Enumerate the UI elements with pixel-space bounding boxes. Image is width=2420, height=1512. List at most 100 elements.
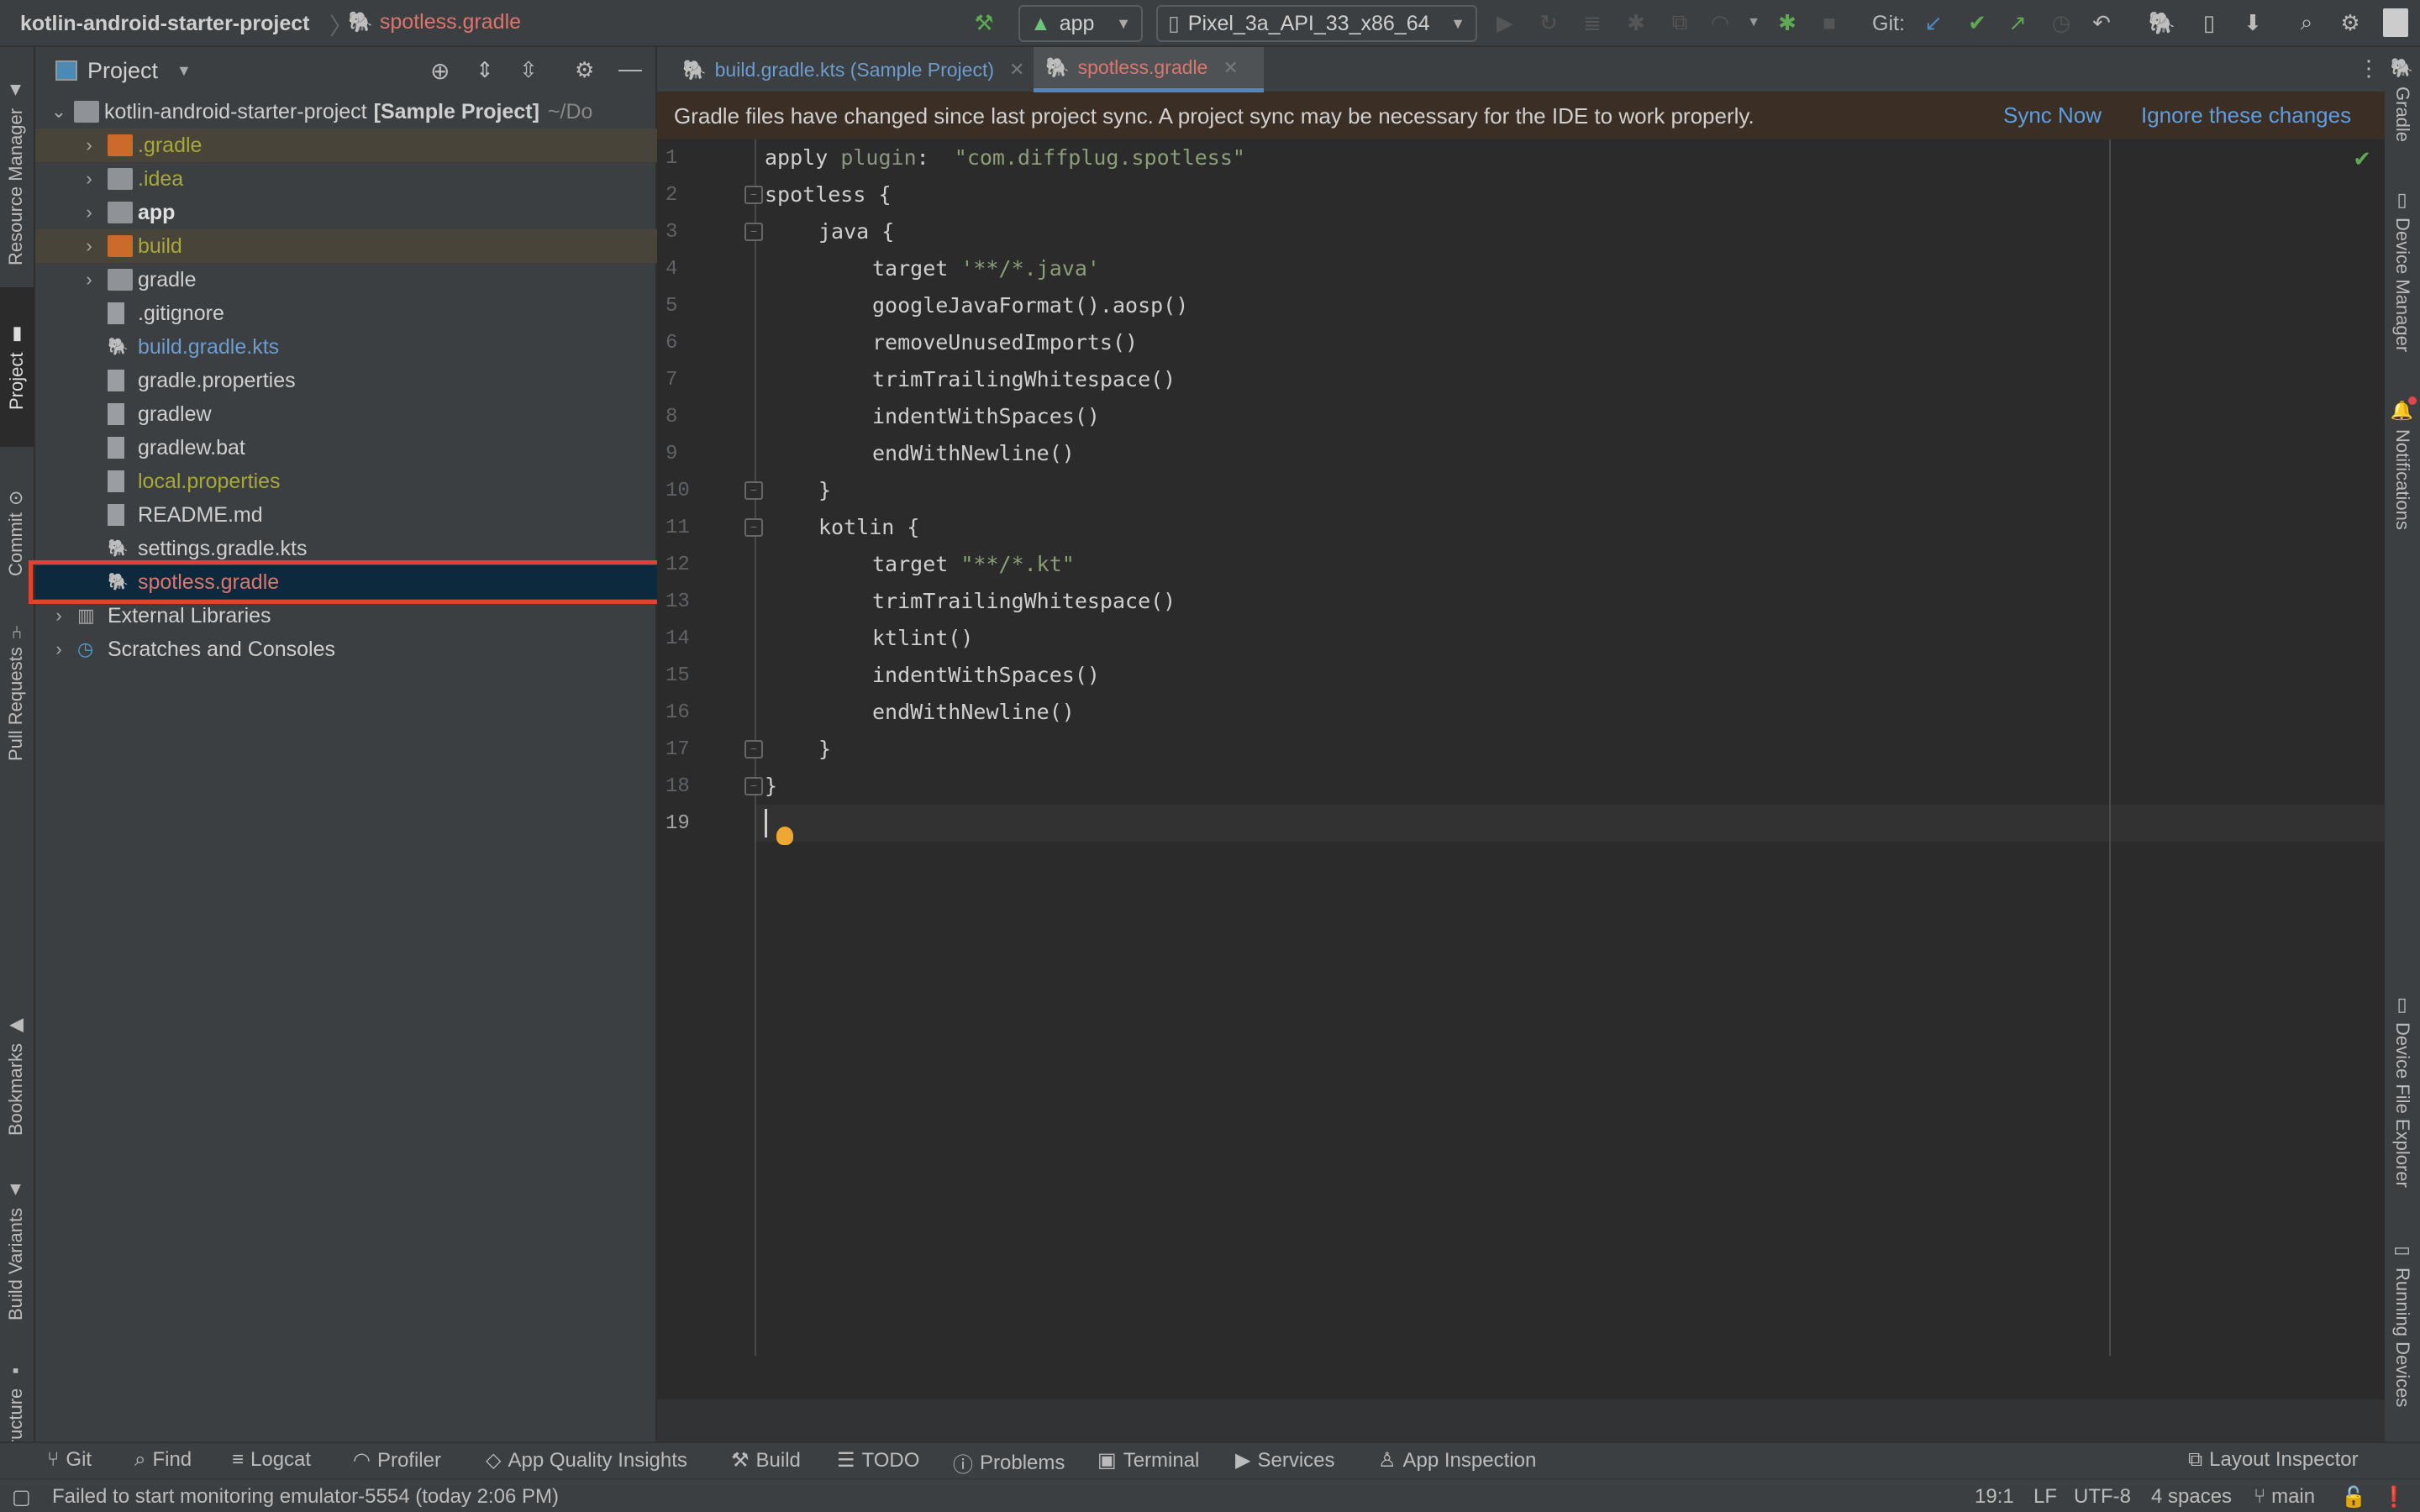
git-commit-icon[interactable]: ✔ bbox=[1963, 8, 1991, 37]
code-line[interactable]: java { bbox=[818, 219, 894, 244]
device-manager-icon[interactable]: ▯ bbox=[2195, 8, 2223, 37]
run-config-select[interactable]: ▲ app ▼ bbox=[1018, 5, 1143, 42]
device-select[interactable]: ▯ Pixel_3a_API_33_x86_64 ▼ bbox=[1156, 5, 1477, 42]
lock-icon[interactable]: 🔓 bbox=[2341, 1485, 2366, 1509]
user-avatar[interactable] bbox=[2383, 8, 2408, 37]
line-number[interactable]: 9 bbox=[666, 443, 716, 465]
toggle-tool-windows-icon[interactable]: ▢ bbox=[12, 1485, 31, 1509]
code-line[interactable]: kotlin { bbox=[818, 515, 919, 539]
line-number[interactable]: 10 bbox=[666, 480, 716, 502]
git-branch-widget[interactable]: ⑂ main bbox=[2254, 1485, 2315, 1509]
project-view-select[interactable]: Project bbox=[87, 58, 158, 84]
chevron-right-icon[interactable]: › bbox=[81, 168, 97, 190]
debug-icon[interactable]: ✱ bbox=[1622, 8, 1650, 37]
file-encoding[interactable]: UTF-8 bbox=[2074, 1485, 2131, 1509]
line-number[interactable]: 8 bbox=[666, 406, 716, 428]
git-update-icon[interactable]: ↙ bbox=[1919, 8, 1948, 37]
collapse-all-icon[interactable]: ⇳ bbox=[519, 57, 538, 83]
code-line[interactable]: endWithNewline() bbox=[872, 700, 1075, 724]
line-number[interactable]: 4 bbox=[666, 258, 716, 281]
line-number[interactable]: 13 bbox=[666, 591, 716, 613]
attach-debugger-process-icon[interactable]: ✱ bbox=[1773, 8, 1802, 37]
tool-tab-gradle[interactable]: 🐘 Gradle bbox=[2391, 57, 2413, 158]
chevron-right-icon[interactable]: › bbox=[81, 134, 97, 156]
tree-item[interactable]: › build bbox=[35, 229, 657, 263]
line-number[interactable]: 5 bbox=[666, 295, 716, 318]
line-number[interactable]: 17 bbox=[666, 738, 716, 761]
caret-position[interactable]: 19:1 bbox=[1975, 1485, 2014, 1509]
tool-tab-notifications[interactable]: 🔔 Notifications bbox=[2391, 396, 2417, 559]
tree-item[interactable]: README.md bbox=[35, 498, 657, 532]
git-push-icon[interactable]: ↗ bbox=[2003, 8, 2032, 37]
tree-item[interactable]: › .gradle bbox=[35, 129, 657, 162]
attach-debugger-icon[interactable]: ⧉ bbox=[1665, 8, 1694, 37]
line-separator[interactable]: LF bbox=[2033, 1485, 2057, 1509]
code-line[interactable]: endWithNewline() bbox=[872, 441, 1075, 465]
line-number[interactable]: 2 bbox=[666, 184, 716, 207]
code-line[interactable]: googleJavaFormat().aosp() bbox=[872, 293, 1188, 318]
line-number[interactable]: 7 bbox=[666, 369, 716, 391]
tool-tab-running-devices[interactable]: ▭ Running Devices bbox=[2391, 1240, 2413, 1408]
fold-marker-icon[interactable]: − bbox=[744, 777, 763, 795]
no-problems-check-icon[interactable]: ✔ bbox=[2353, 146, 2371, 172]
apply-code-changes-icon[interactable]: ≣ bbox=[1578, 8, 1607, 37]
tree-item[interactable]: gradle.properties bbox=[35, 364, 657, 397]
close-tab-icon[interactable]: ✕ bbox=[1223, 57, 1238, 79]
breadcrumb-file[interactable]: 🐘 spotless.gradle bbox=[348, 10, 521, 34]
tool-tab-pull-requests[interactable]: Pull Requests ⑂ bbox=[5, 601, 27, 761]
profile-icon[interactable]: ◠ bbox=[1706, 8, 1734, 37]
tool-tab-build-variants[interactable]: Build Variants ▲ bbox=[5, 1169, 27, 1320]
line-number[interactable]: 3 bbox=[666, 221, 716, 244]
tree-item[interactable]: .gitignore bbox=[35, 297, 657, 330]
locate-file-icon[interactable]: ⊕ bbox=[430, 57, 450, 85]
tree-item[interactable]: › ◷ Scratches and Consoles bbox=[35, 633, 657, 666]
line-number[interactable]: 16 bbox=[666, 701, 716, 724]
code-line[interactable]: indentWithSpaces() bbox=[872, 404, 1100, 428]
breadcrumb-project[interactable]: kotlin-android-starter-project bbox=[20, 12, 309, 36]
tree-item[interactable]: › ▥ External Libraries bbox=[35, 599, 657, 633]
code-line[interactable]: } bbox=[765, 774, 777, 798]
status-message[interactable]: Failed to start monitoring emulator-5554… bbox=[52, 1485, 559, 1509]
more-options-icon[interactable]: ⋮ bbox=[2358, 55, 2380, 81]
tool-tab-find[interactable]: ⌕ Find bbox=[134, 1448, 192, 1472]
close-tab-icon[interactable]: ✕ bbox=[1009, 59, 1024, 81]
fold-marker-icon[interactable]: − bbox=[744, 481, 763, 500]
tool-tab-project[interactable]: Project ▮ bbox=[0, 287, 34, 447]
ignore-changes-link[interactable]: Ignore these changes bbox=[2141, 102, 2351, 129]
settings-gear-icon[interactable]: ⚙ bbox=[2336, 8, 2365, 37]
tree-item[interactable]: gradlew bbox=[35, 397, 657, 431]
tool-tab-layout-inspector[interactable]: ⧉ Layout Inspector bbox=[2188, 1448, 2359, 1472]
tool-tab-resource-manager[interactable]: Resource Manager ▲ bbox=[5, 64, 27, 265]
tree-item[interactable]: local.properties bbox=[35, 465, 657, 498]
chevron-right-icon[interactable]: › bbox=[81, 202, 97, 223]
code-line[interactable]: apply plugin: "com.diffplug.spotless" bbox=[765, 145, 1245, 170]
code-line[interactable]: indentWithSpaces() bbox=[872, 663, 1100, 687]
code-line[interactable]: removeUnusedImports() bbox=[872, 330, 1138, 354]
chevron-right-icon[interactable]: › bbox=[81, 235, 97, 257]
code-line[interactable]: trimTrailingWhitespace() bbox=[872, 367, 1176, 391]
tool-tab-device-file-explorer[interactable]: ▯ Device File Explorer bbox=[2391, 995, 2413, 1196]
editor-tab-build-gradle-kts[interactable]: 🐘 build.gradle.kts (Sample Project) ✕ bbox=[671, 47, 1036, 92]
panel-options-gear-icon[interactable]: ⚙ bbox=[575, 57, 594, 83]
chevron-down-icon[interactable]: ▼ bbox=[1739, 8, 1768, 37]
tool-tab-build[interactable]: ⚒ Build bbox=[731, 1448, 801, 1473]
lightbulb-icon[interactable] bbox=[776, 827, 793, 845]
tool-tab-app-quality-insights[interactable]: ◇ App Quality Insights bbox=[486, 1448, 687, 1473]
sdk-manager-icon[interactable]: ⬇ bbox=[2238, 8, 2267, 37]
tool-tab-profiler[interactable]: ◠ Profiler bbox=[353, 1448, 441, 1473]
sync-now-link[interactable]: Sync Now bbox=[2003, 102, 2102, 129]
line-number[interactable]: 15 bbox=[666, 664, 716, 687]
line-number[interactable]: 1 bbox=[666, 147, 716, 170]
code-line[interactable]: } bbox=[818, 737, 831, 761]
line-number[interactable]: 14 bbox=[666, 627, 716, 650]
stop-icon[interactable]: ■ bbox=[1815, 8, 1844, 37]
gradle-sync-icon[interactable]: 🐘 bbox=[2148, 8, 2176, 37]
line-number[interactable]: 11 bbox=[666, 517, 716, 539]
fold-marker-icon[interactable]: − bbox=[744, 518, 763, 537]
git-rollback-icon[interactable]: ↶ bbox=[2087, 8, 2116, 37]
line-number[interactable]: 19 bbox=[666, 812, 716, 835]
tool-tab-problems[interactable]: ⓘ Problems bbox=[953, 1448, 1065, 1478]
indent-setting[interactable]: 4 spaces bbox=[2151, 1485, 2232, 1509]
tool-tab-git[interactable]: ⑂ Git bbox=[47, 1448, 92, 1472]
tree-item[interactable]: 🐘 build.gradle.kts bbox=[35, 330, 657, 364]
